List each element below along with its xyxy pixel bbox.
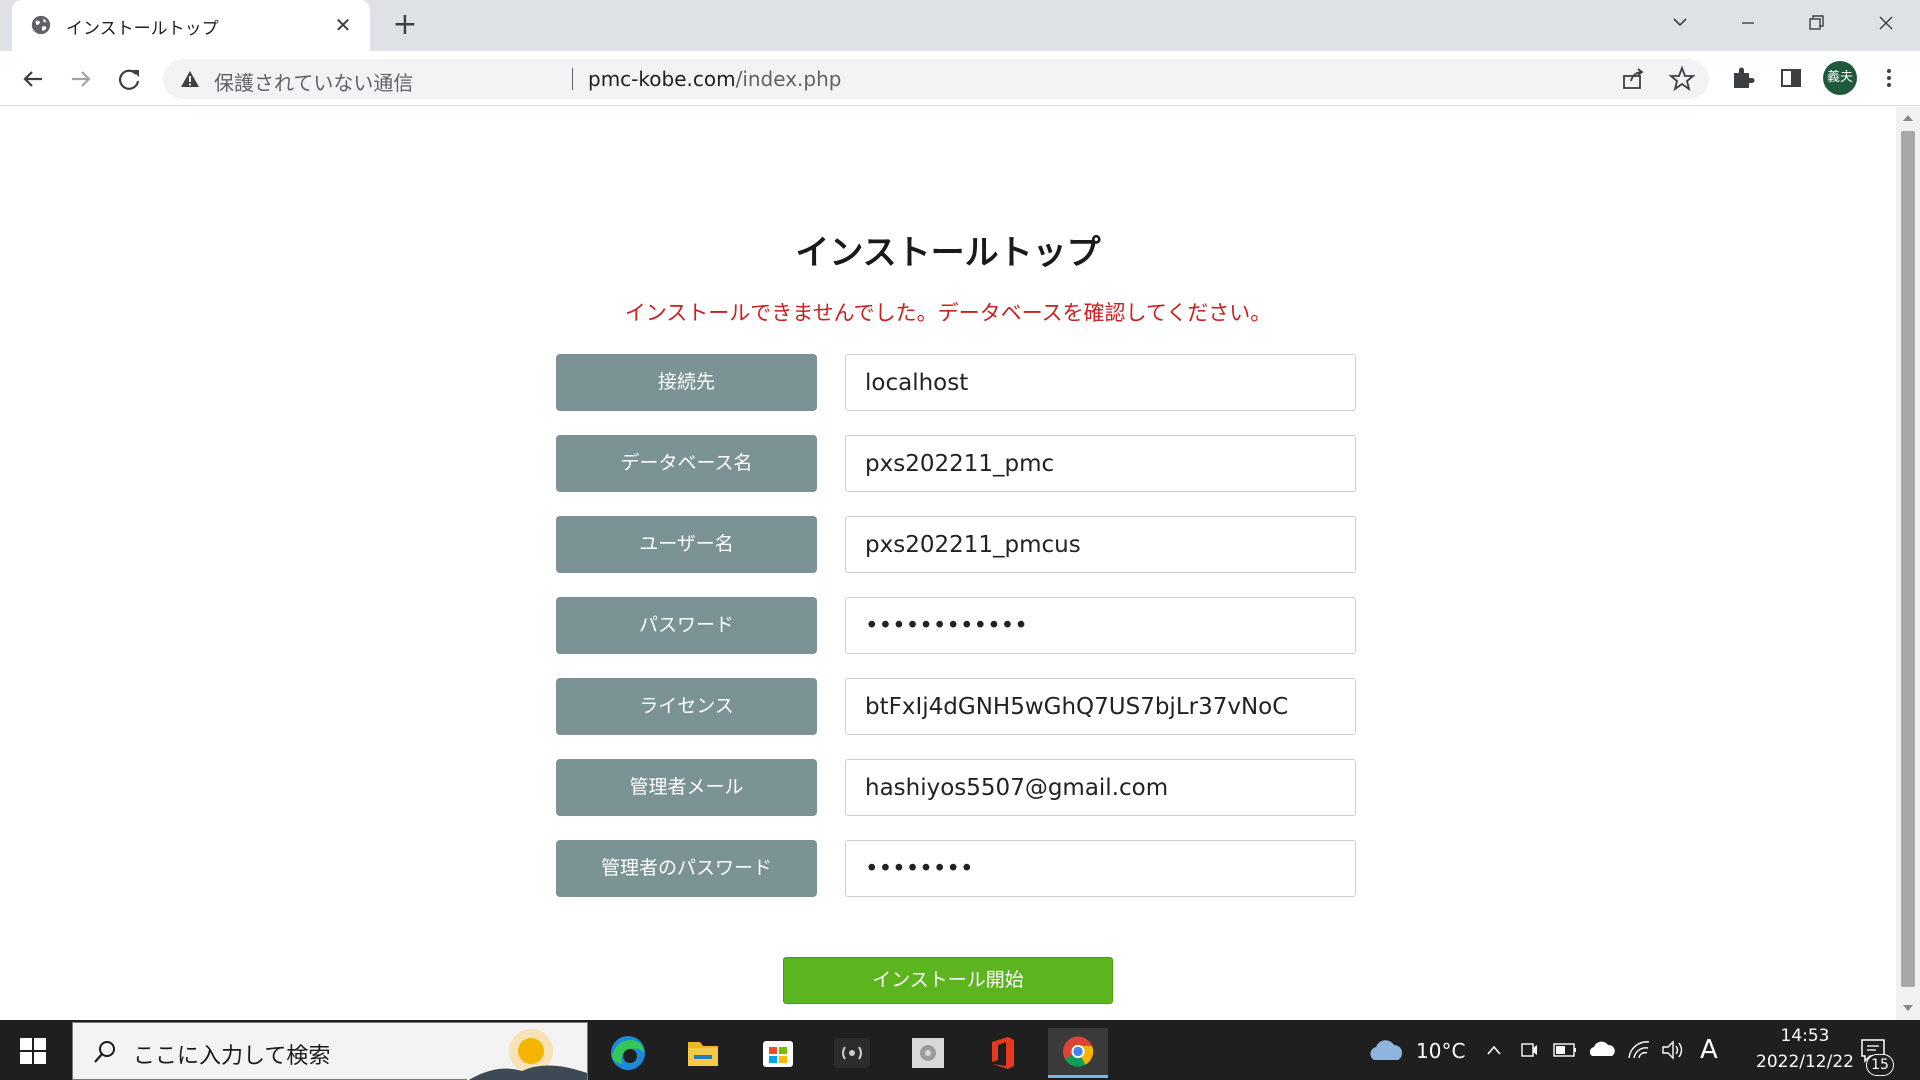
wifi-icon[interactable] (1626, 1020, 1652, 1080)
password-input[interactable] (845, 597, 1356, 654)
side-panel-icon[interactable] (1776, 63, 1806, 93)
back-icon[interactable] (16, 62, 50, 96)
windows-taskbar: ここに入力して検索 10°C A 14:53 2022/12/22 15 (0, 1020, 1920, 1080)
form-row-password: パスワード (556, 597, 1356, 654)
browser-tab[interactable]: インストールトップ ✕ (12, 0, 370, 51)
host-input[interactable] (845, 354, 1356, 411)
reload-icon[interactable] (112, 62, 146, 96)
form-row-admin-password: 管理者のパスワード (556, 840, 1356, 897)
search-icon (94, 1041, 115, 1063)
tab-title: インストールトップ (66, 19, 219, 39)
file-explorer-icon[interactable] (672, 1028, 732, 1078)
scroll-up-arrow-icon[interactable] (1902, 113, 1914, 123)
host-label: 接続先 (556, 354, 817, 411)
onedrive-icon[interactable] (1588, 1020, 1616, 1080)
admin-email-input[interactable] (845, 759, 1356, 816)
chevron-up-icon[interactable] (1484, 1020, 1504, 1080)
broadcast-app-icon[interactable] (822, 1028, 882, 1078)
form-row-database: データベース名 (556, 435, 1356, 492)
clock-date[interactable]: 2022/12/22 (1732, 1052, 1878, 1072)
minimize-icon[interactable] (1728, 8, 1768, 38)
database-name-input[interactable] (845, 435, 1356, 492)
menu-kebab-icon[interactable] (1874, 63, 1904, 93)
restore-icon[interactable] (1796, 8, 1836, 38)
form-row-license: ライセンス (556, 678, 1356, 735)
admin-password-label: 管理者のパスワード (556, 840, 817, 897)
notification-badge: 15 (1866, 1054, 1894, 1076)
taskbar-search-box[interactable]: ここに入力して検索 (72, 1022, 588, 1080)
disk-app-icon[interactable] (898, 1028, 958, 1078)
weather-temperature[interactable]: 10°C (1416, 1039, 1465, 1063)
warning-icon[interactable] (179, 68, 201, 90)
search-placeholder: ここに入力して検索 (133, 1044, 331, 1069)
volume-icon[interactable] (1660, 1020, 1686, 1080)
password-label: パスワード (556, 597, 817, 654)
globe-icon (31, 15, 51, 35)
close-window-icon[interactable] (1866, 8, 1906, 38)
tab-strip: インストールトップ ✕ + (0, 0, 1920, 51)
install-start-button[interactable]: インストール開始 (783, 957, 1113, 1004)
url-path: /index.php (735, 67, 842, 91)
error-message: インストールできませんでした。データベースを確認してください。 (624, 301, 1272, 325)
scrollbar-thumb[interactable] (1901, 131, 1915, 987)
form-row-username: ユーザー名 (556, 516, 1356, 573)
clock-time[interactable]: 14:53 (1760, 1026, 1850, 1046)
profile-avatar[interactable]: 義夫 (1823, 61, 1857, 95)
license-label: ライセンス (556, 678, 817, 735)
store-icon[interactable] (748, 1028, 808, 1078)
omnibox-divider (572, 68, 573, 90)
browser-toolbar: 保護されていない通信 pmc-kobe.com/index.php 義夫 (0, 51, 1920, 106)
ime-indicator[interactable]: A (1700, 1035, 1718, 1065)
meet-now-icon[interactable] (1518, 1020, 1540, 1080)
username-input[interactable] (845, 516, 1356, 573)
office-icon[interactable] (972, 1028, 1032, 1078)
weather-cloud-icon[interactable] (1366, 1034, 1406, 1068)
scroll-down-arrow-icon[interactable] (1902, 1003, 1914, 1013)
battery-icon[interactable] (1552, 1020, 1578, 1080)
license-input[interactable] (845, 678, 1356, 735)
page-viewport: インストールトップ インストールできませんでした。データベースを確認してください… (0, 107, 1896, 1020)
extensions-icon[interactable] (1728, 63, 1758, 93)
database-name-label: データベース名 (556, 435, 817, 492)
address-bar[interactable]: 保護されていない通信 pmc-kobe.com/index.php (163, 59, 1709, 99)
forward-icon[interactable] (64, 62, 98, 96)
close-tab-icon[interactable]: ✕ (330, 12, 356, 38)
security-status[interactable]: 保護されていない通信 (214, 67, 413, 96)
bookmark-star-icon[interactable] (1667, 64, 1697, 94)
username-label: ユーザー名 (556, 516, 817, 573)
tab-search-icon[interactable] (1660, 8, 1700, 38)
chrome-icon[interactable] (1048, 1028, 1108, 1078)
search-highlight-sun-icon (467, 1023, 587, 1080)
url-host: pmc-kobe.com (588, 67, 736, 91)
edge-icon[interactable] (598, 1028, 658, 1078)
admin-password-input[interactable] (845, 840, 1356, 897)
share-icon[interactable] (1618, 64, 1648, 94)
form-row-admin-email: 管理者メール (556, 759, 1356, 816)
new-tab-button[interactable]: + (390, 10, 420, 40)
admin-email-label: 管理者メール (556, 759, 817, 816)
form-row-host: 接続先 (556, 354, 1356, 411)
page-scrollbar[interactable] (1896, 107, 1920, 1020)
windows-start-icon[interactable] (20, 1038, 46, 1064)
url-text[interactable]: pmc-kobe.com/index.php (588, 67, 841, 91)
page-title: インストールトップ (795, 233, 1101, 273)
